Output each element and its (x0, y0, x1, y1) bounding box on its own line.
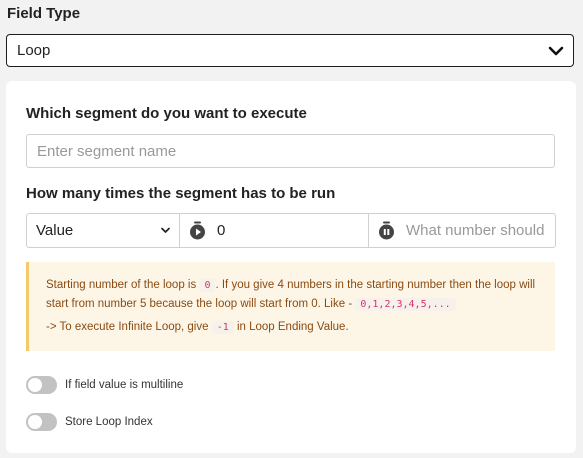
note-code-infinite: -1 (211, 321, 234, 334)
loop-range-row: Value 0 What number should (26, 213, 556, 248)
field-type-label: Field Type (7, 5, 81, 22)
toggle-switch[interactable] (26, 413, 57, 431)
multiline-toggle[interactable]: If field value is multiline (26, 376, 183, 394)
chevron-down-icon (161, 227, 170, 233)
timer-icon (190, 221, 205, 239)
loop-settings-card: Which segment do you want to execute Ent… (6, 81, 576, 453)
loop-end-placeholder: What number should (406, 222, 545, 239)
loop-end-input[interactable]: What number should (369, 214, 555, 247)
store-loop-index-label: Store Loop Index (65, 416, 153, 428)
note-text: in Loop Ending Value. (236, 321, 349, 333)
segment-name-input[interactable]: Enter segment name (26, 134, 555, 168)
note-code-zero: 0 (199, 279, 216, 292)
segment-name-placeholder: Enter segment name (37, 142, 177, 160)
loop-start-value: 0 (217, 222, 226, 239)
note-line-1: Starting number of the loop is 0. If you… (46, 276, 541, 314)
note-line-2: -> To execute Infinite Loop, give -1 in … (46, 318, 541, 337)
toggle-switch[interactable] (26, 376, 57, 394)
loop-help-note: Starting number of the loop is 0. If you… (26, 262, 555, 351)
chevron-down-icon (548, 46, 564, 56)
note-text: -> To execute Infinite Loop, give (46, 321, 209, 333)
timer-pause-icon (379, 221, 394, 239)
field-type-value: Loop (17, 42, 51, 59)
store-loop-index-toggle[interactable]: Store Loop Index (26, 413, 153, 431)
note-text: Starting number of the loop is (46, 279, 197, 291)
multiline-toggle-label: If field value is multiline (65, 379, 184, 391)
loop-mode-value: Value (36, 222, 74, 239)
loop-start-input[interactable]: 0 (180, 214, 369, 247)
runs-question: How many times the segment has to be run (26, 185, 336, 202)
loop-mode-select[interactable]: Value (27, 214, 180, 247)
segment-question: Which segment do you want to execute (26, 105, 307, 122)
note-code-sequence: 0,1,2,3,4,5,... (355, 298, 456, 311)
field-type-select[interactable]: Loop (6, 34, 574, 67)
